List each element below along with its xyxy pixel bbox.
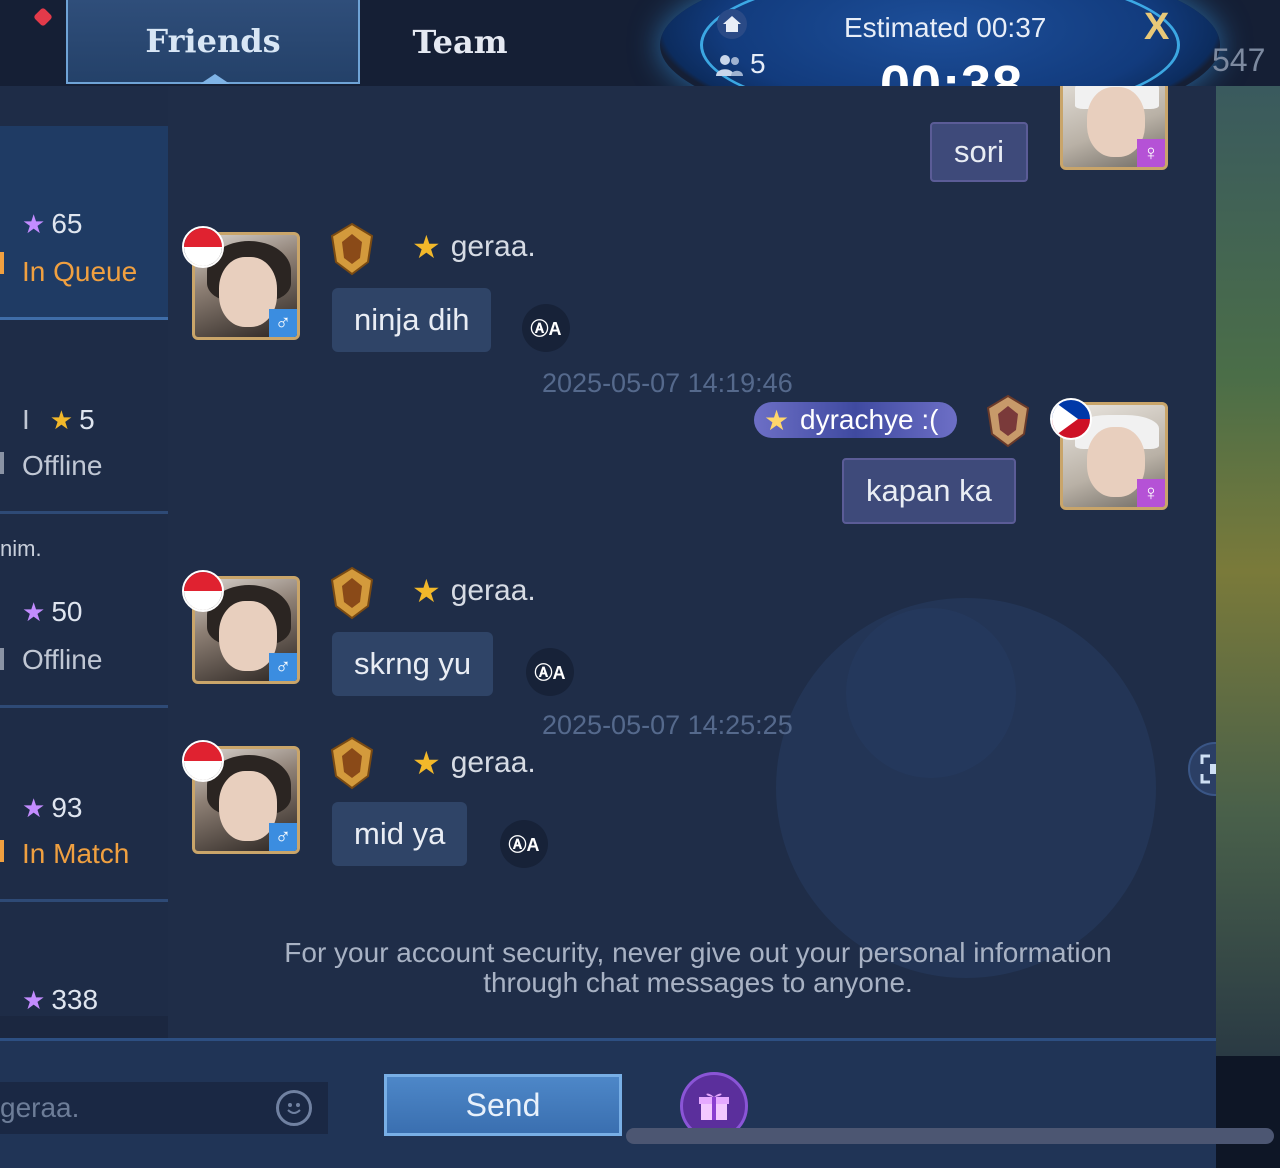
- friend-star-count: 93: [51, 792, 82, 824]
- star-icon: ★: [412, 744, 441, 782]
- team-members-icon: [714, 52, 744, 78]
- tab-friends-label: Friends: [145, 22, 280, 60]
- sender-name: dyrachye :(: [800, 404, 939, 436]
- sender-name: geraa.: [451, 746, 536, 780]
- friend-status: Offline: [22, 450, 102, 482]
- cancel-queue-button[interactable]: X: [1144, 6, 1169, 49]
- sender-name: geraa.: [451, 230, 536, 264]
- friend-note: nim.: [0, 536, 42, 562]
- chat-panel[interactable]: sori ♀ ♂ ★ geraa. ninja dih ⒶA 2025-05-0…: [168, 86, 1216, 1038]
- male-icon: ♂: [269, 823, 297, 851]
- indonesia-flag-icon: [182, 570, 224, 612]
- tab-team[interactable]: Team: [380, 0, 540, 84]
- friend-status: In Match: [22, 838, 129, 870]
- active-tab-indicator: [200, 74, 230, 84]
- star-icon: ★: [22, 985, 45, 1016]
- star-icon: ★: [22, 597, 45, 628]
- message-timestamp: 2025-05-07 14:19:46: [542, 368, 793, 399]
- friend-stars: I ★ 5: [22, 404, 95, 436]
- friend-stars: ★ 50: [22, 596, 82, 628]
- friend-item[interactable]: nim. ★ 50 Offline: [0, 514, 168, 708]
- message-text: skrng yu: [354, 646, 471, 682]
- sender-name-line: ★ geraa.: [412, 228, 536, 266]
- send-button[interactable]: Send: [384, 1074, 622, 1136]
- security-notice: For your account security, never give ou…: [228, 938, 1168, 998]
- message-bubble-own: kapan ka: [842, 458, 1016, 524]
- friend-stars: ★ 338: [22, 984, 98, 1016]
- message-bubble: skrng yu: [332, 632, 493, 696]
- male-icon: ♂: [269, 309, 297, 337]
- rank-badge-icon: [328, 736, 376, 790]
- background-number: 547: [1212, 42, 1265, 79]
- friend-stars: ★ 93: [22, 792, 82, 824]
- friend-item[interactable]: I ★ 5 Offline: [0, 320, 168, 514]
- friend-status: In Queue: [22, 256, 137, 288]
- emoji-icon[interactable]: [276, 1090, 312, 1126]
- friends-list: ★ 65 In Queue I ★ 5 Offline nim. ★ 50 Of…: [0, 86, 168, 1016]
- sender-name-tag: ★ dyrachye :(: [754, 402, 957, 438]
- tab-friends[interactable]: Friends: [66, 0, 360, 84]
- background-decoration: [846, 608, 1016, 778]
- philippines-flag-icon: [1050, 398, 1092, 440]
- avatar[interactable]: ♀: [1060, 86, 1168, 170]
- indonesia-flag-icon: [182, 740, 224, 782]
- sender-name-line: ★ geraa.: [412, 572, 536, 610]
- message-timestamp: 2025-05-07 14:25:25: [542, 710, 793, 741]
- message-text: sori: [954, 134, 1004, 170]
- team-member-count: 5: [750, 48, 766, 80]
- male-icon: ♂: [269, 653, 297, 681]
- rank-badge-icon: [328, 222, 376, 276]
- translate-icon[interactable]: ⒶA: [522, 304, 570, 352]
- rank-badge-icon: [984, 394, 1032, 448]
- status-indicator: [0, 648, 4, 670]
- gift-icon: [696, 1088, 732, 1124]
- star-icon: ★: [22, 793, 45, 824]
- home-icon[interactable]: [716, 8, 748, 40]
- background-game-art-bottom: [1216, 1056, 1280, 1168]
- friend-stars: ★ 65: [22, 208, 82, 240]
- status-indicator: [0, 252, 4, 274]
- message-text: mid ya: [354, 816, 445, 852]
- friend-star-count: 338: [51, 984, 98, 1016]
- expand-icon: [1200, 754, 1216, 784]
- rank-badge-icon: [328, 566, 376, 620]
- message-bubble: mid ya: [332, 802, 467, 866]
- friend-item[interactable]: ★ 93 In Match: [0, 708, 168, 902]
- friend-item[interactable]: ★ 65 In Queue: [0, 126, 168, 320]
- female-icon: ♀: [1137, 139, 1165, 167]
- message-bubble: ninja dih: [332, 288, 491, 352]
- friend-item[interactable]: ★ 338: [0, 902, 168, 1016]
- horizontal-scrollbar[interactable]: [626, 1128, 1274, 1144]
- status-indicator: [0, 452, 4, 474]
- star-icon: ★: [412, 228, 441, 266]
- message-text: kapan ka: [866, 473, 992, 509]
- background-game-art: [1216, 86, 1280, 1056]
- estimated-time: Estimated 00:37: [844, 12, 1046, 44]
- sender-name-line: ★ geraa.: [412, 744, 536, 782]
- sender-name: geraa.: [451, 574, 536, 608]
- expand-chat-button[interactable]: [1188, 742, 1216, 796]
- star-icon: ★: [22, 209, 45, 240]
- message-text: ninja dih: [354, 302, 469, 338]
- friend-star-count: 65: [51, 208, 82, 240]
- security-notice-line: For your account security, never give ou…: [228, 938, 1168, 968]
- female-icon: ♀: [1137, 479, 1165, 507]
- status-indicator: [0, 840, 4, 862]
- star-icon: ★: [764, 404, 789, 437]
- message-bubble-own: sori: [930, 122, 1028, 182]
- indonesia-flag-icon: [182, 226, 224, 268]
- notification-dot: [33, 7, 53, 27]
- friend-star-count: 50: [51, 596, 82, 628]
- friend-star-count: 5: [79, 404, 95, 436]
- star-icon: ★: [50, 405, 73, 436]
- security-notice-line: through chat messages to anyone.: [228, 968, 1168, 998]
- star-icon: ★: [412, 572, 441, 610]
- translate-icon[interactable]: ⒶA: [500, 820, 548, 868]
- friend-rank-prefix: I: [22, 404, 30, 436]
- friend-status: Offline: [22, 644, 102, 676]
- smile-glyph: [283, 1097, 305, 1119]
- translate-icon[interactable]: ⒶA: [526, 648, 574, 696]
- tab-team-label: Team: [412, 23, 507, 61]
